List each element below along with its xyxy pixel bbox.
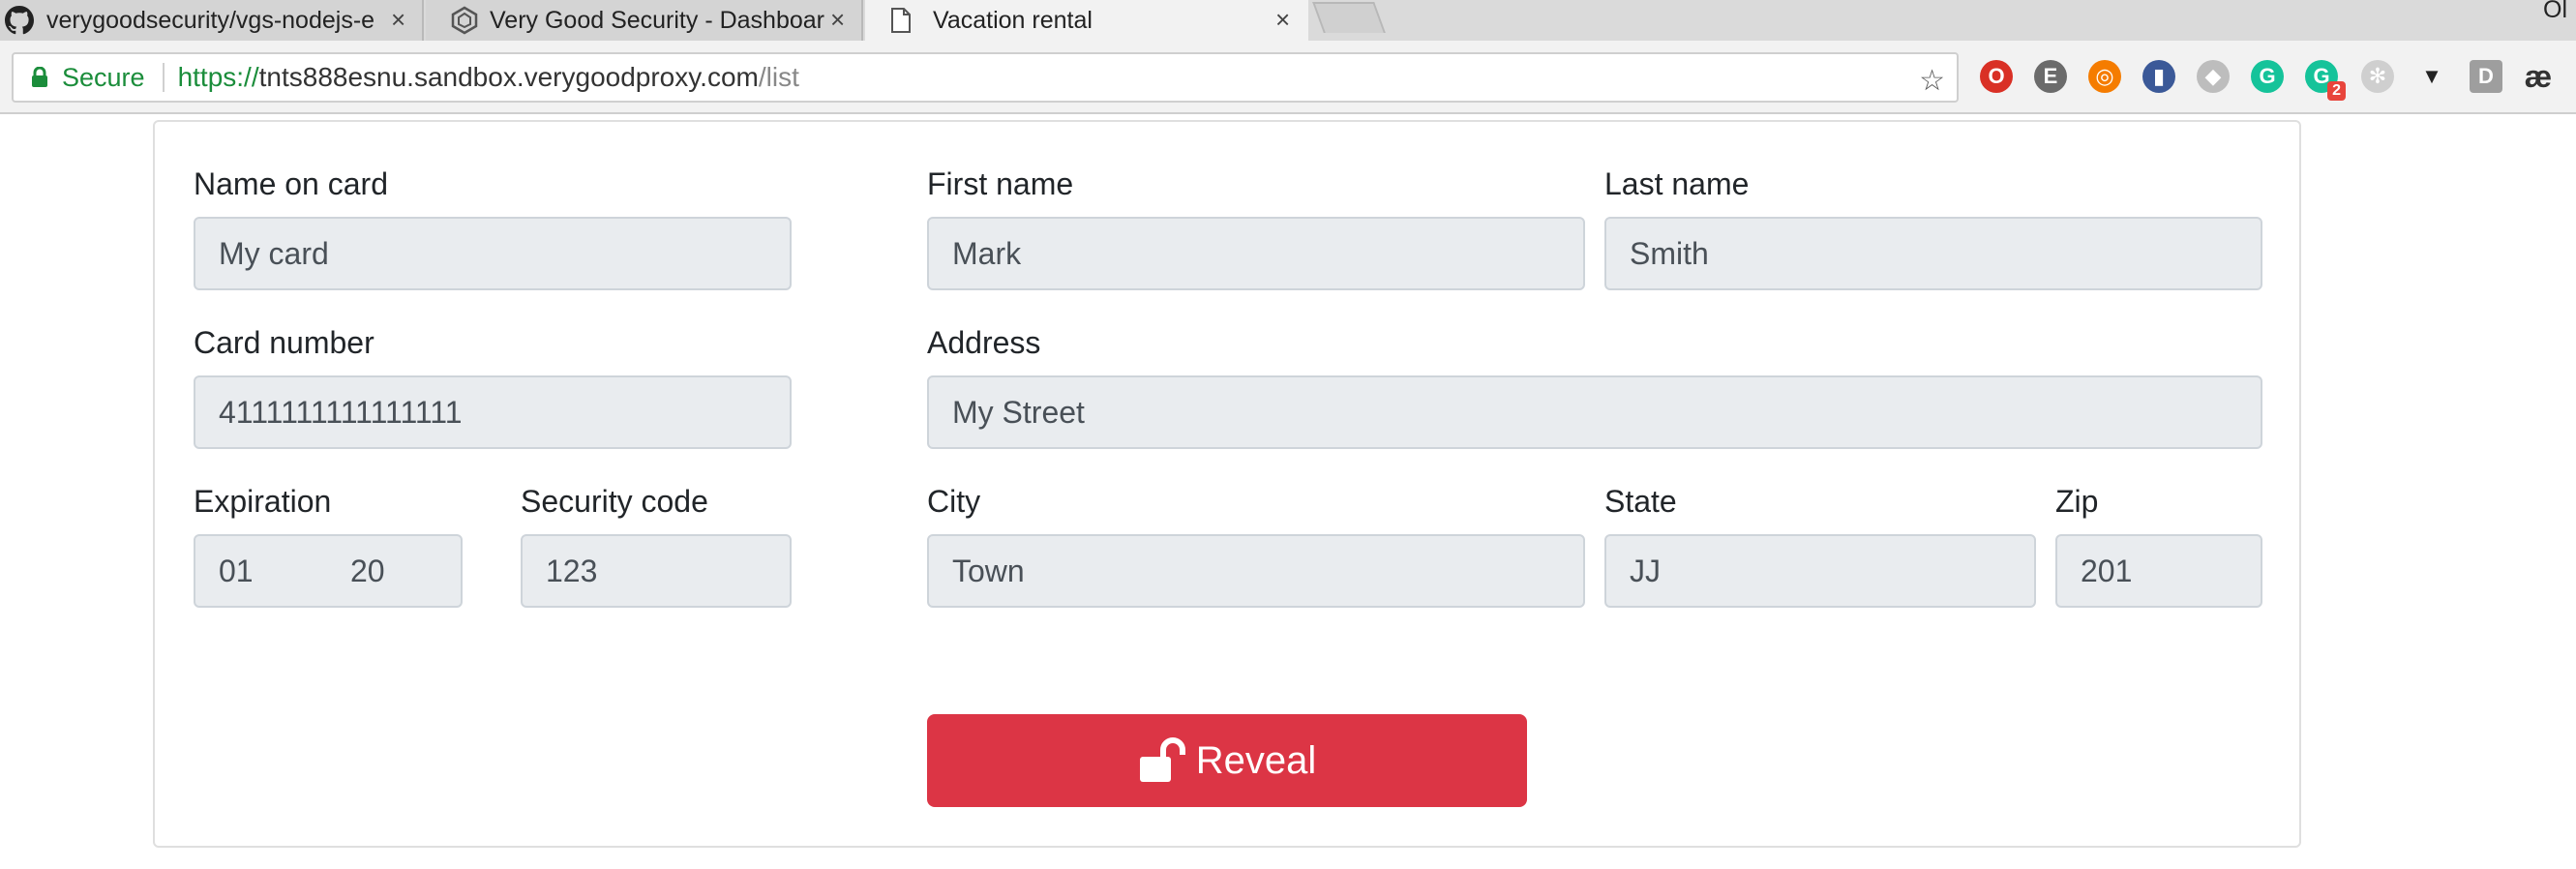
last-name-field[interactable]: Smith — [1604, 217, 2262, 290]
first-name-field[interactable]: Mark — [927, 217, 1585, 290]
unlock-icon — [1138, 737, 1186, 784]
city-field[interactable]: Town — [927, 534, 1585, 608]
books-icon[interactable]: ▮ — [2142, 60, 2175, 93]
close-icon[interactable]: × — [1275, 5, 1290, 35]
card-number-label: Card number — [194, 325, 374, 360]
browser-tab-strip: verygoodsecurity/vgs-nodejs-e × Very Goo… — [0, 0, 2576, 41]
lock-icon — [31, 66, 48, 88]
opera-icon[interactable]: O — [1980, 60, 2013, 93]
page-icon — [886, 7, 915, 34]
profile-name[interactable]: Ol — [2543, 0, 2567, 24]
security-code-label: Security code — [521, 484, 708, 519]
reveal-button-label: Reveal — [1195, 738, 1317, 782]
security-code-field[interactable]: 123 — [521, 534, 792, 608]
zip-label: Zip — [2055, 484, 2099, 519]
fox-icon[interactable]: ▼ — [2415, 60, 2448, 93]
address-separator — [162, 63, 165, 92]
ae-icon[interactable]: æ — [2522, 59, 2555, 94]
grammarly-icon[interactable]: G — [2251, 60, 2284, 93]
security-label: Secure — [62, 62, 145, 92]
tab-title: verygoodsecurity/vgs-nodejs-e — [46, 6, 375, 34]
card-number-field[interactable]: 4111111111111111 — [194, 375, 792, 449]
url-scheme: https:// — [177, 62, 259, 92]
tab-title: Very Good Security - Dashboar — [490, 6, 824, 34]
bookmark-star-icon[interactable]: ☆ — [1919, 64, 1945, 98]
notification-badge: 2 — [2327, 81, 2346, 101]
browser-toolbar: Secure https://tnts888esnu.sandbox.veryg… — [0, 41, 2576, 114]
vgs-hexagon-icon — [447, 6, 482, 35]
github-icon — [2, 6, 37, 35]
expiration-label: Expiration — [194, 484, 332, 519]
snowflake-icon[interactable]: ✻ — [2361, 60, 2394, 93]
reveal-button[interactable]: Reveal — [927, 714, 1527, 807]
address-field[interactable]: My Street — [927, 375, 2262, 449]
tab-vacation-rental[interactable]: Vacation rental × — [865, 0, 1308, 41]
url-path: /list — [758, 62, 799, 92]
zip-field[interactable]: 201 — [2055, 534, 2262, 608]
first-name-label: First name — [927, 166, 1074, 201]
grammarly-badge-icon[interactable]: G2 — [2305, 60, 2346, 101]
address-label: Address — [927, 325, 1041, 360]
name-on-card-label: Name on card — [194, 166, 388, 201]
city-label: City — [927, 484, 981, 519]
tab-title: Vacation rental — [933, 6, 1093, 34]
last-name-label: Last name — [1604, 166, 1750, 201]
tab-github[interactable]: verygoodsecurity/vgs-nodejs-e × — [0, 0, 424, 41]
expiration-month-field[interactable]: 01 — [194, 534, 329, 608]
expiration-year-field[interactable]: 20 — [327, 534, 463, 608]
name-on-card-field[interactable]: My card — [194, 217, 792, 290]
address-bar[interactable]: Secure https://tnts888esnu.sandbox.veryg… — [12, 52, 1959, 103]
close-icon[interactable]: × — [830, 5, 845, 35]
dropbox-icon[interactable]: ◆ — [2197, 60, 2230, 93]
new-tab-button[interactable] — [1312, 2, 1386, 33]
tab-vgs-dashboard[interactable]: Very Good Security - Dashboar × — [426, 0, 863, 41]
evernote-icon[interactable]: E — [2034, 60, 2067, 93]
state-field[interactable]: JJ — [1604, 534, 2036, 608]
close-icon[interactable]: × — [391, 5, 405, 35]
lifebuoy-icon[interactable]: ◎ — [2088, 60, 2121, 93]
state-label: State — [1604, 484, 1677, 519]
d-icon[interactable]: D — [2470, 60, 2502, 93]
url-host: tnts888esnu.sandbox.verygoodproxy.com — [258, 62, 759, 92]
url-text[interactable]: https://tnts888esnu.sandbox.verygoodprox… — [178, 62, 799, 93]
